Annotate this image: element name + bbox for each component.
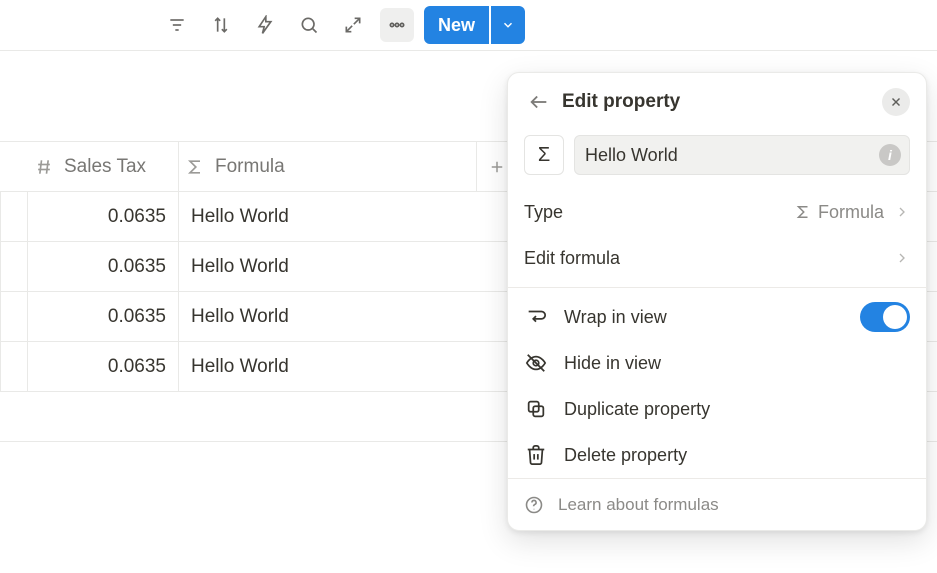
edit-formula-row[interactable]: Edit formula xyxy=(508,235,926,281)
duplicate-property-row[interactable]: Duplicate property xyxy=(508,386,926,432)
hide-in-view-row[interactable]: Hide in view xyxy=(508,340,926,386)
expand-icon[interactable] xyxy=(336,8,370,42)
delete-label: Delete property xyxy=(564,445,687,466)
trash-icon xyxy=(524,444,548,466)
panel-title: Edit property xyxy=(562,91,882,113)
edit-property-panel: Edit property Σ Hello World i Type Formu… xyxy=(507,72,927,531)
column-header-formula[interactable]: Formula xyxy=(178,142,476,191)
sort-icon[interactable] xyxy=(204,8,238,42)
duplicate-icon xyxy=(524,398,548,420)
column-header-label: Formula xyxy=(215,156,285,178)
more-icon[interactable] xyxy=(380,8,414,42)
wrap-label: Wrap in view xyxy=(564,307,667,328)
property-type-icon[interactable]: Σ xyxy=(524,135,564,175)
help-icon xyxy=(524,495,544,515)
sigma-icon xyxy=(185,157,205,177)
filter-icon[interactable] xyxy=(160,8,194,42)
cell-sales-tax[interactable]: 0.0635 xyxy=(28,192,178,241)
cell-sales-tax[interactable]: 0.0635 xyxy=(28,242,178,291)
hide-icon xyxy=(524,352,548,374)
learn-label: Learn about formulas xyxy=(558,495,719,515)
property-name-row: Σ Hello World i xyxy=(508,135,926,189)
automation-icon[interactable] xyxy=(248,8,282,42)
new-dropdown[interactable] xyxy=(491,6,525,44)
column-header-label: Sales Tax xyxy=(64,156,146,178)
delete-property-row[interactable]: Delete property xyxy=(508,432,926,478)
new-button-group: New xyxy=(424,6,525,44)
wrap-toggle[interactable] xyxy=(860,302,910,332)
chevron-right-icon xyxy=(894,250,910,266)
number-icon xyxy=(34,157,54,177)
panel-header: Edit property xyxy=(508,73,926,135)
cell-formula[interactable]: Hello World xyxy=(178,192,476,241)
hide-label: Hide in view xyxy=(564,353,661,374)
cell-formula[interactable]: Hello World xyxy=(178,292,476,341)
type-label: Type xyxy=(524,202,794,223)
close-button[interactable] xyxy=(882,88,910,116)
wrap-icon xyxy=(524,306,548,328)
cell-formula[interactable]: Hello World xyxy=(178,242,476,291)
toolbar-divider xyxy=(0,50,937,51)
search-icon[interactable] xyxy=(292,8,326,42)
cell-sales-tax[interactable]: 0.0635 xyxy=(28,342,178,391)
chevron-right-icon xyxy=(894,204,910,220)
learn-about-formulas[interactable]: Learn about formulas xyxy=(508,478,926,530)
panel-divider xyxy=(508,287,926,288)
back-button[interactable] xyxy=(524,87,554,117)
property-name-value: Hello World xyxy=(585,145,678,166)
type-row[interactable]: Type Formula xyxy=(508,189,926,235)
new-button[interactable]: New xyxy=(424,6,489,44)
type-value: Formula xyxy=(794,202,884,223)
edit-formula-label: Edit formula xyxy=(524,248,884,269)
cell-formula[interactable]: Hello World xyxy=(178,342,476,391)
info-icon[interactable]: i xyxy=(879,144,901,166)
toolbar: New xyxy=(0,0,937,50)
sigma-icon xyxy=(794,203,812,221)
property-name-input[interactable]: Hello World i xyxy=(574,135,910,175)
wrap-in-view-row[interactable]: Wrap in view xyxy=(508,294,926,340)
duplicate-label: Duplicate property xyxy=(564,399,710,420)
column-header-sales-tax[interactable]: Sales Tax xyxy=(28,142,178,191)
type-group: Type Formula Edit formula xyxy=(508,189,926,281)
cell-sales-tax[interactable]: 0.0635 xyxy=(28,292,178,341)
